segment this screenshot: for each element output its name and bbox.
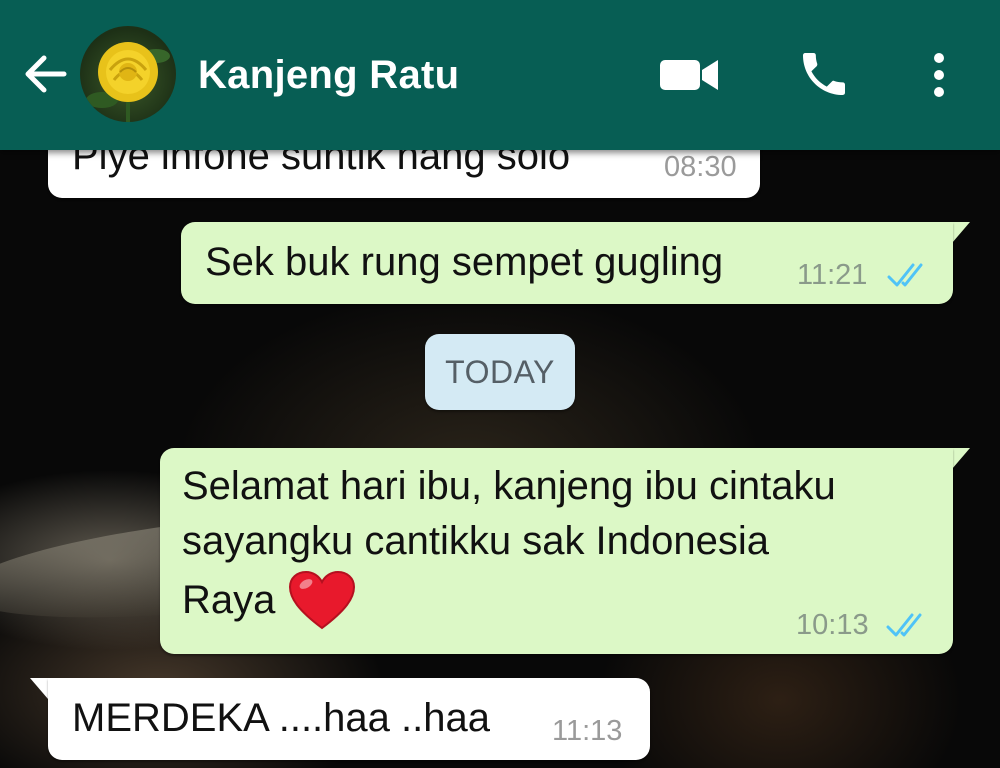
message-bubble-incoming[interactable]: MERDEKA ....haa ..haa 11:13 [48,678,650,760]
contact-avatar[interactable] [80,26,176,122]
phone-icon [803,53,845,95]
contact-name[interactable]: Kanjeng Ratu [198,50,459,100]
message-time: 08:30 [664,151,737,183]
message-time: 10:13 [796,609,869,641]
message-time: 11:21 [797,259,868,291]
date-separator-chip: TODAY [425,334,575,410]
message-bubble-outgoing[interactable]: Sek buk rung sempet gugling 11:21 [181,222,953,304]
read-ticks-icon [887,263,923,287]
more-vert-icon [934,53,944,97]
back-button[interactable] [20,48,72,100]
message-text-line: Selamat hari ibu, kanjeng ibu cintaku [182,464,836,508]
voice-call-button[interactable] [796,46,852,102]
read-ticks-icon [886,613,922,637]
red-heart-emoji-icon [288,570,356,630]
arrow-left-icon [25,55,67,93]
message-bubble-outgoing[interactable]: Selamat hari ibu, kanjeng ibu cintaku sa… [160,448,953,654]
more-options-button[interactable] [918,46,960,104]
video-call-button[interactable] [658,46,720,104]
message-text-line: sayangku cantikku sak Indonesia [182,519,770,563]
message-time: 11:13 [552,715,623,747]
message-text-line: Raya [182,578,276,622]
message-text: MERDEKA ....haa ..haa [72,696,490,740]
message-text: Sek buk rung sempet gugling [205,240,724,284]
yellow-rose-avatar [86,42,170,122]
video-camera-icon [660,60,718,90]
chat-header: Kanjeng Ratu [0,0,1000,150]
